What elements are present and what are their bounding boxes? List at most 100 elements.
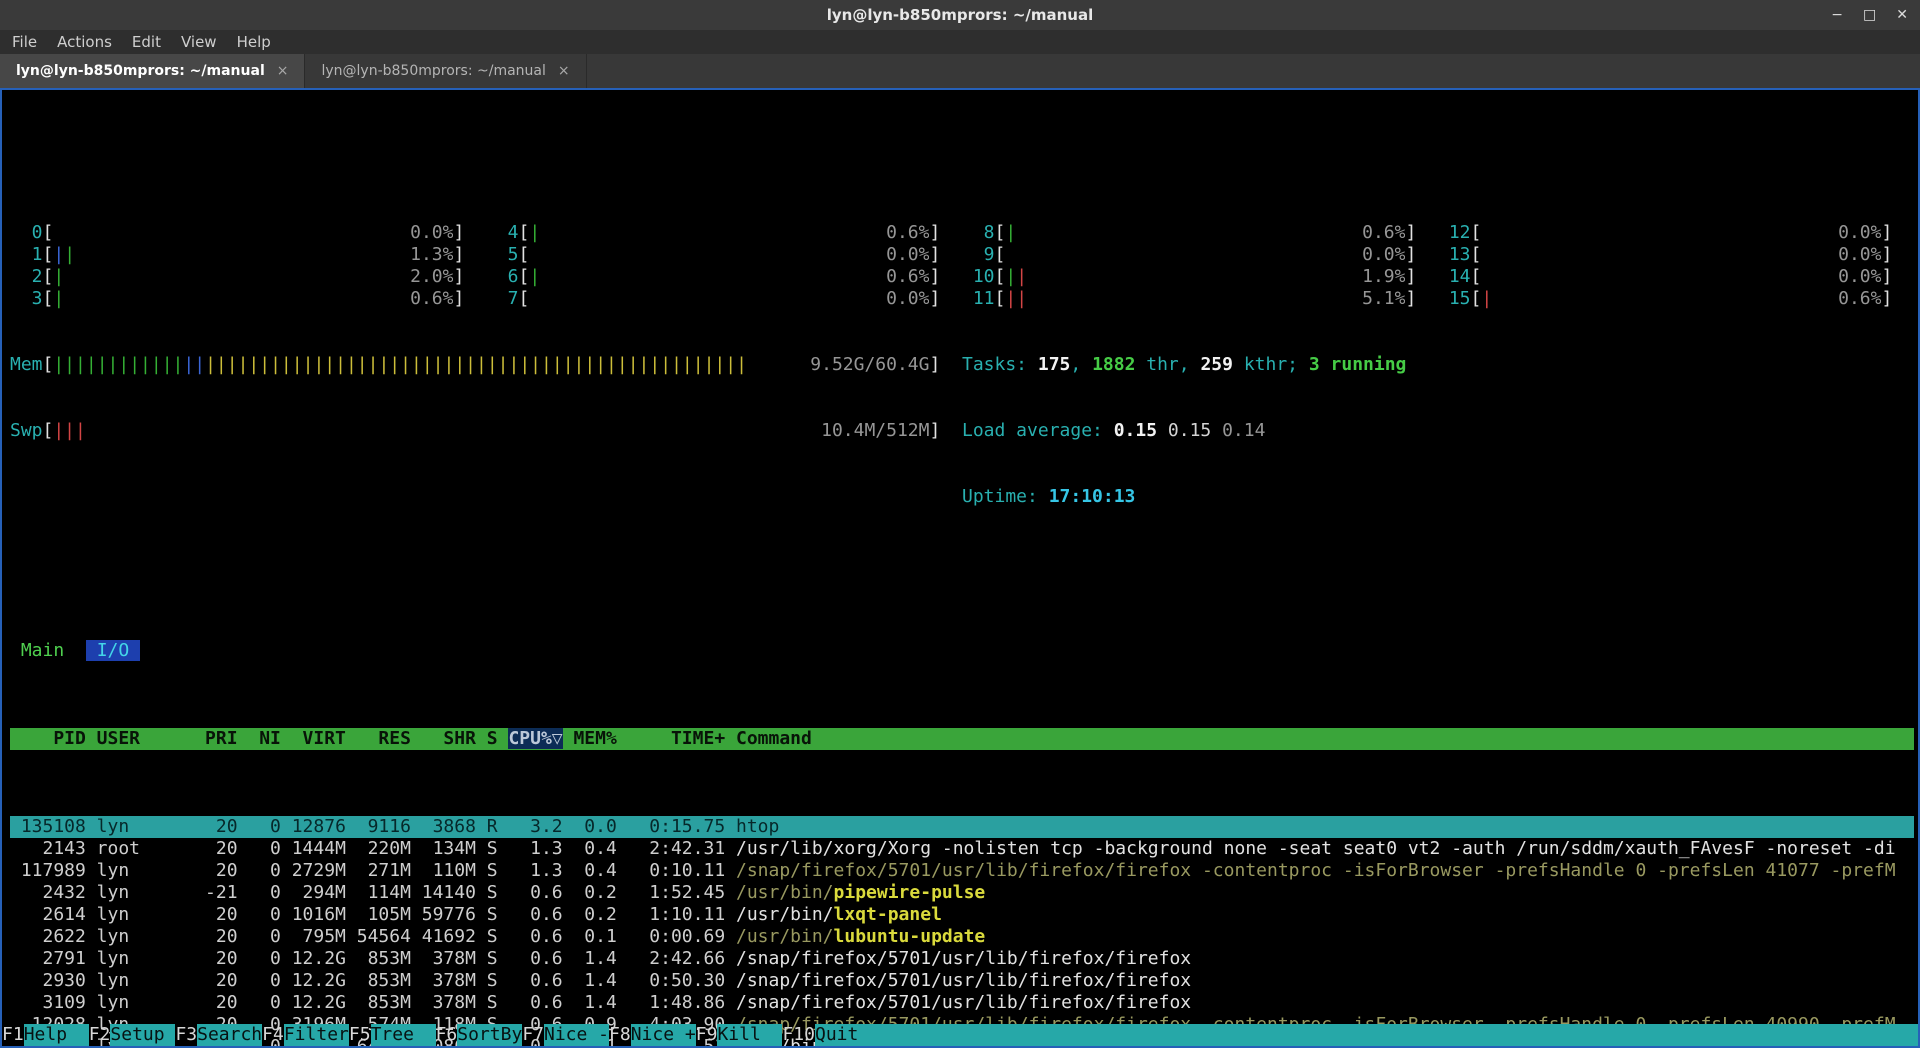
cell-state: S [476, 926, 498, 948]
column-header-res[interactable]: RES [346, 728, 411, 750]
meter-bracket: [ [519, 222, 530, 244]
terminal-viewport[interactable]: 0[0.0%]1[||1.3%]2[|2.0%]3[|0.6%] 4[|0.6%… [0, 88, 1920, 1048]
fkey-f6-sortby[interactable]: F6SortBy [436, 1024, 523, 1046]
meter-tick: | [1481, 288, 1492, 309]
fkey-number: F1 [2, 1024, 24, 1046]
column-header-time[interactable]: TIME+ [617, 728, 725, 750]
cpu-meter-ticks: | [53, 288, 64, 310]
column-header-user[interactable]: USER [86, 728, 194, 750]
process-row[interactable]: 3109lyn20012.2G853M378MS0.61.41:48.86/sn… [10, 992, 1914, 1014]
fkey-f5-tree[interactable]: F5Tree [349, 1024, 436, 1046]
column-header-command[interactable]: Command [725, 728, 1914, 750]
cpu-meter-label: 14 [1438, 266, 1471, 288]
cpu-meter-percent: 1.9% [1362, 266, 1405, 288]
function-key-bar: F1Help F2Setup F3SearchF4FilterF5Tree F6… [2, 1024, 1918, 1046]
tab-close-icon[interactable]: × [277, 63, 289, 79]
cell-command: /usr/lib/xorg/Xorg -nolisten tcp -backgr… [725, 838, 1914, 860]
cpu-meter-bar: |2.0% [53, 266, 453, 288]
process-row[interactable]: 2930lyn20012.2G853M378MS0.61.40:50.30/sn… [10, 970, 1914, 992]
cell-pri: 20 [194, 860, 237, 882]
fkey-f3-search[interactable]: F3Search [175, 1024, 262, 1046]
command-segment: pipewire-pulse [834, 882, 986, 903]
column-header-mem[interactable]: MEM% [563, 728, 617, 750]
info-segment: 0.14 [1222, 420, 1265, 441]
meter-bracket: [ [1471, 244, 1482, 266]
menu-actions[interactable]: Actions [47, 33, 122, 51]
cell-user: lyn [86, 816, 194, 838]
tab-close-icon[interactable]: × [558, 63, 570, 79]
meter-tick: | [1005, 222, 1016, 243]
close-button[interactable]: ✕ [1896, 7, 1908, 23]
cell-virt: 12.2G [281, 992, 346, 1014]
info-segment: ; [1287, 354, 1309, 375]
cpu-grid-right: 8[|0.6%]9[0.0%]10[||1.9%]11[||5.1%] 12[0… [962, 222, 1914, 310]
info-segment: , [1179, 354, 1201, 375]
process-row[interactable]: 2143root2001444M220M134MS1.30.42:42.31/u… [10, 838, 1914, 860]
process-row[interactable]: 135108lyn2001287691163868R3.20.00:15.75h… [10, 816, 1914, 838]
terminal-tab-inactive[interactable]: lyn@lyn-b850mprors: ~/manual × [305, 54, 586, 88]
swap-meter-label: Swp [10, 420, 43, 442]
column-header-pid[interactable]: PID [10, 728, 86, 750]
cpu-column-3: 8[|0.6%]9[0.0%]10[||1.9%]11[||5.1%] [962, 222, 1438, 310]
htop-tab-main[interactable]: Main [21, 640, 64, 661]
cpu-meter-14: 14[0.0%] [1438, 266, 1914, 288]
cell-pri: 20 [194, 926, 237, 948]
terminal-tab-active[interactable]: lyn@lyn-b850mprors: ~/manual × [0, 54, 305, 88]
menubar: File Actions Edit View Help [0, 30, 1920, 54]
fkey-label: Help [24, 1024, 89, 1046]
column-header-pri[interactable]: PRI [194, 728, 237, 750]
cell-res: 271M [346, 860, 411, 882]
fkey-f8-nice-[interactable]: F8Nice + [609, 1024, 696, 1046]
cell-command: /usr/bin/pipewire-pulse [725, 882, 1914, 904]
cell-ni: 0 [238, 926, 281, 948]
meter-tick: ||| [53, 420, 86, 441]
fkey-f2-setup[interactable]: F2Setup [89, 1024, 176, 1046]
cpu-meter-label: 13 [1438, 244, 1471, 266]
cpu-meter-bar: 0.0% [53, 222, 453, 244]
column-header-ni[interactable]: NI [238, 728, 281, 750]
process-row[interactable]: 2614lyn2001016M105M59776S0.60.21:10.11/u… [10, 904, 1914, 926]
command-segment: htop [736, 816, 779, 837]
column-header-shr[interactable]: SHR [411, 728, 476, 750]
minimize-button[interactable]: − [1831, 7, 1843, 23]
cell-shr: 59776 [411, 904, 476, 926]
menu-help[interactable]: Help [227, 33, 281, 51]
column-header-virt[interactable]: VIRT [281, 728, 346, 750]
fkey-f7-nice-[interactable]: F7Nice - [522, 1024, 609, 1046]
menu-view[interactable]: View [171, 33, 227, 51]
cell-virt: 795M [281, 926, 346, 948]
cell-mem: 0.4 [563, 838, 617, 860]
cpu-grid-left: 0[0.0%]1[||1.3%]2[|2.0%]3[|0.6%] 4[|0.6%… [10, 222, 962, 310]
meter-bracket: ] [453, 266, 464, 288]
memory-meter-value: 9.52G/60.4G [810, 354, 929, 376]
fkey-f10-quit[interactable]: F10Quit [782, 1024, 880, 1046]
memory-meter-label: Mem [10, 354, 43, 376]
process-row[interactable]: 2791lyn20012.2G853M378MS0.61.42:42.66/sn… [10, 948, 1914, 970]
column-header-cpu[interactable]: CPU%▽ [498, 728, 563, 750]
titlebar[interactable]: lyn@lyn-b850mprors: ~/manual − □ ✕ [0, 0, 1920, 30]
htop-tab-io[interactable]: I/O [86, 640, 140, 661]
column-header-state[interactable]: S [476, 728, 498, 750]
cell-mem: 0.2 [563, 904, 617, 926]
menu-file[interactable]: File [2, 33, 47, 51]
process-row[interactable]: 117989lyn2002729M271M110MS1.30.40:10.11/… [10, 860, 1914, 882]
fkey-number: F9 [696, 1024, 718, 1046]
cpu-meter-13: 13[0.0%] [1438, 244, 1914, 266]
meter-tick: |||||||||||| [53, 354, 183, 375]
fkey-f9-kill[interactable]: F9Kill [696, 1024, 783, 1046]
menu-edit[interactable]: Edit [122, 33, 171, 51]
cell-shr: 110M [411, 860, 476, 882]
cell-shr: 41692 [411, 926, 476, 948]
fkey-f1-help[interactable]: F1Help [2, 1024, 89, 1046]
process-row[interactable]: 2622lyn200795M5456441692S0.60.10:00.69/u… [10, 926, 1914, 948]
swap-meter-value: 10.4M/512M [821, 420, 929, 442]
maximize-button[interactable]: □ [1863, 7, 1876, 23]
cell-command: /snap/firefox/5701/usr/lib/firefox/firef… [725, 860, 1914, 882]
cpu-meter-bar: |0.6% [1481, 288, 1881, 310]
meter-bracket: [ [1471, 222, 1482, 244]
cpu-meter-11: 11[||5.1%] [962, 288, 1438, 310]
fkey-f4-filter[interactable]: F4Filter [262, 1024, 349, 1046]
cpu-meter-percent: 0.0% [410, 222, 453, 244]
cell-ni: 0 [238, 860, 281, 882]
process-row[interactable]: 2432lyn-210294M114M14140S0.60.21:52.45/u… [10, 882, 1914, 904]
